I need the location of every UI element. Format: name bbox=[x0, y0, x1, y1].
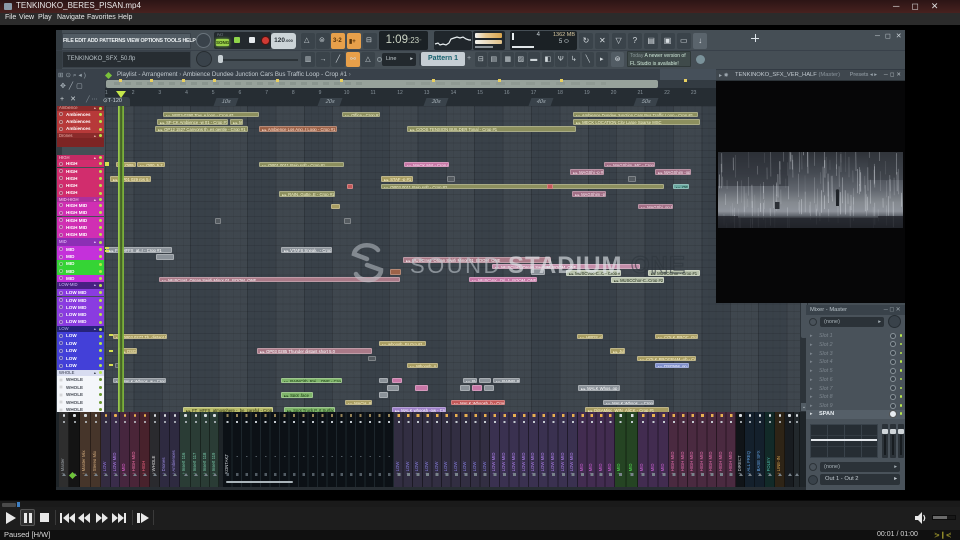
svg-text:ONE: ONE bbox=[631, 252, 686, 279]
svg-text:STADIUM: STADIUM bbox=[508, 252, 623, 279]
svg-text:SOUND: SOUND bbox=[410, 253, 502, 278]
